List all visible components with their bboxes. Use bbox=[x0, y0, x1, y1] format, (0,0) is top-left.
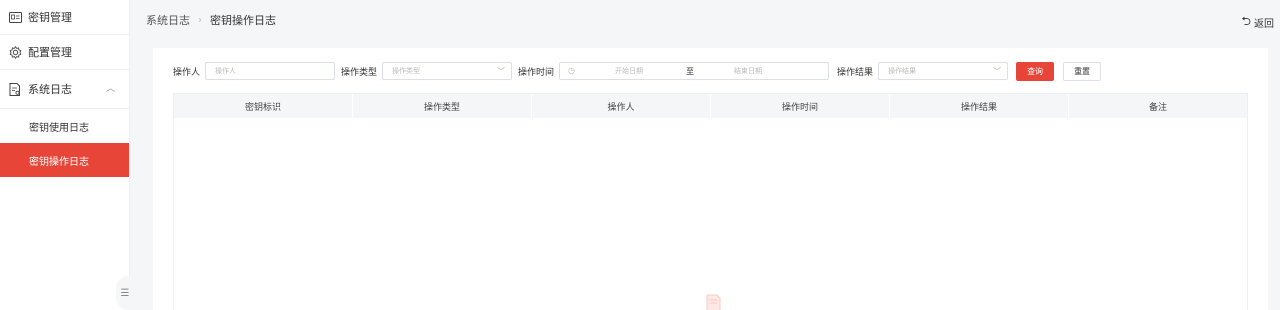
op-time-label: 操作时间 bbox=[518, 67, 555, 78]
back-button[interactable]: ⮌ 返回 bbox=[1241, 12, 1274, 33]
id-card-icon bbox=[8, 10, 22, 24]
sidebar-item-system-log[interactable]: 系统日志 ︿ bbox=[0, 70, 129, 109]
collapse-icon: ☰ bbox=[120, 287, 130, 299]
table-header-cell: 操作人 bbox=[532, 94, 711, 118]
result-label: 操作结果 bbox=[837, 67, 874, 78]
breadcrumb-parent[interactable]: 系统日志 bbox=[146, 12, 190, 28]
clock-icon: ◷ bbox=[568, 66, 576, 75]
sidebar-item-key-management[interactable]: 密钥管理 bbox=[0, 0, 129, 35]
reset-button[interactable]: 重置 bbox=[1063, 61, 1102, 81]
table-header-cell: 操作类型 bbox=[353, 94, 532, 118]
topbar: 系统日志 › 密钥操作日志 ⮌ 返回 bbox=[130, 0, 1280, 40]
sidebar-subitem-key-usage-log[interactable]: 密钥使用日志 bbox=[0, 109, 129, 143]
operation-log-table: 密钥标识 操作类型 操作人 操作时间 操作结果 备注 bbox=[173, 93, 1248, 310]
chevron-down-icon: ﹀ bbox=[497, 67, 506, 76]
chevron-up-icon: ︿ bbox=[105, 84, 115, 94]
result-select[interactable]: 操作结果 ﹀ bbox=[878, 62, 1009, 80]
sidebar-item-config-management[interactable]: 配置管理 bbox=[0, 35, 129, 70]
table-header-cell: 操作结果 bbox=[890, 94, 1069, 118]
result-placeholder: 操作结果 bbox=[888, 67, 917, 75]
sidebar-item-label: 配置管理 bbox=[28, 46, 72, 59]
operator-input[interactable]: 操作人 bbox=[205, 62, 336, 80]
end-date-placeholder: 结束日期 bbox=[734, 67, 763, 75]
chevron-down-icon: ﹀ bbox=[993, 67, 1002, 76]
content-panel: 操作人 操作人 操作类型 操作类型 ﹀ 操作时间 ◷ 开始日期 至 结束日期 操… bbox=[153, 48, 1268, 310]
start-date-placeholder: 开始日期 bbox=[615, 67, 644, 75]
op-type-select[interactable]: 操作类型 ﹀ bbox=[382, 62, 513, 80]
operator-label: 操作人 bbox=[173, 67, 201, 78]
operator-placeholder: 操作人 bbox=[215, 67, 237, 75]
back-label: 返回 bbox=[1254, 19, 1274, 30]
breadcrumb-separator-icon: › bbox=[198, 14, 202, 26]
table-header-cell: 密钥标识 bbox=[174, 94, 353, 118]
table-header: 密钥标识 操作类型 操作人 操作时间 操作结果 备注 bbox=[174, 94, 1247, 118]
table-header-cell: 操作时间 bbox=[711, 94, 890, 118]
filter-bar: 操作人 操作人 操作类型 操作类型 ﹀ 操作时间 ◷ 开始日期 至 结束日期 操… bbox=[173, 61, 1102, 81]
breadcrumb-current: 密钥操作日志 bbox=[210, 14, 276, 27]
sidebar: 密钥管理 配置管理 系统日志 ︿ 密钥使用日志 密钥操作日志 ☰ bbox=[0, 0, 134, 310]
op-time-range-picker[interactable]: ◷ 开始日期 至 结束日期 bbox=[559, 62, 830, 80]
sidebar-collapse-button[interactable]: ☰ bbox=[116, 276, 134, 310]
range-separator: 至 bbox=[686, 66, 695, 76]
table-header-cell: 备注 bbox=[1148, 102, 1167, 113]
sidebar-subitem-label: 密钥使用日志 bbox=[29, 122, 89, 134]
empty-data-icon bbox=[706, 294, 721, 310]
sidebar-item-label: 密钥管理 bbox=[28, 11, 72, 24]
sidebar-item-label: 系统日志 bbox=[28, 83, 72, 96]
settings-icon bbox=[8, 45, 22, 59]
log-file-icon bbox=[8, 82, 22, 96]
op-type-label: 操作类型 bbox=[341, 67, 378, 78]
return-icon: ⮌ bbox=[1241, 14, 1251, 28]
sidebar-subitem-label: 密钥操作日志 bbox=[29, 156, 89, 168]
query-button[interactable]: 查询 bbox=[1016, 61, 1055, 81]
sidebar-subitem-key-operation-log[interactable]: 密钥操作日志 bbox=[0, 143, 129, 177]
op-type-placeholder: 操作类型 bbox=[392, 67, 421, 75]
